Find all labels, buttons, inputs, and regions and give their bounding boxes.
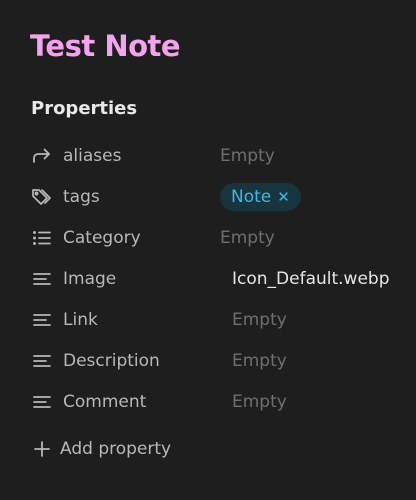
- properties-list: aliases Empty tags Note ✕ Category Empty…: [0, 135, 416, 422]
- text-lines-icon: [31, 391, 53, 413]
- forward-arrow-icon: [31, 145, 53, 167]
- text-lines-icon: [31, 309, 53, 331]
- tags-icon: [31, 186, 53, 208]
- property-row-link[interactable]: Link Empty: [0, 299, 416, 340]
- text-lines-icon: [31, 350, 53, 372]
- property-value[interactable]: Empty: [220, 145, 275, 167]
- tag-label[interactable]: Note: [231, 187, 271, 207]
- property-value[interactable]: Icon_Default.webp: [232, 268, 390, 290]
- property-row-tags[interactable]: tags Note ✕: [0, 176, 416, 217]
- property-key[interactable]: Description: [63, 350, 160, 372]
- property-key[interactable]: Category: [63, 227, 141, 249]
- property-row-aliases[interactable]: aliases Empty: [0, 135, 416, 176]
- tag-chip-note[interactable]: Note ✕: [220, 183, 301, 211]
- property-key[interactable]: tags: [63, 186, 100, 208]
- add-property-button[interactable]: Add property: [33, 436, 171, 462]
- properties-heading: Properties: [31, 98, 138, 119]
- property-key[interactable]: Image: [63, 268, 116, 290]
- text-lines-icon: [31, 268, 53, 290]
- note-title[interactable]: Test Note: [30, 24, 181, 68]
- list-icon: [31, 227, 53, 249]
- property-value[interactable]: Empty: [232, 309, 287, 331]
- property-row-image[interactable]: Image Icon_Default.webp: [0, 258, 416, 299]
- property-value[interactable]: Empty: [232, 391, 287, 413]
- property-key[interactable]: Comment: [63, 391, 146, 413]
- property-row-category[interactable]: Category Empty: [0, 217, 416, 258]
- property-value[interactable]: Empty: [220, 227, 275, 249]
- add-property-label[interactable]: Add property: [60, 439, 171, 459]
- property-row-comment[interactable]: Comment Empty: [0, 381, 416, 422]
- property-row-description[interactable]: Description Empty: [0, 340, 416, 381]
- property-key[interactable]: Link: [63, 309, 98, 331]
- close-icon[interactable]: ✕: [277, 189, 290, 205]
- property-key[interactable]: aliases: [63, 145, 121, 167]
- plus-icon: [33, 440, 51, 458]
- property-value[interactable]: Empty: [232, 350, 287, 372]
